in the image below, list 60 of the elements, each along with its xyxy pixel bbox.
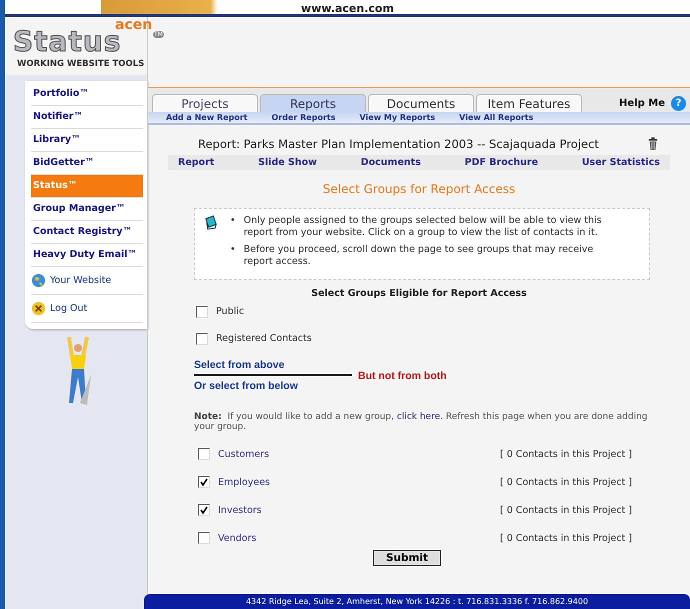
group-link[interactable]: Customers [218, 448, 270, 460]
sidebar-item[interactable]: Portfolio™ [31, 83, 143, 106]
group-link[interactable]: Investors [218, 504, 262, 516]
checkbox[interactable] [198, 532, 210, 544]
info-text: Before you proceed, scroll down the page to see groups that may receive report access. [244, 244, 594, 268]
groups-heading: Select Groups Eligible for Report Access [310, 288, 528, 299]
submit-button[interactable]: Submit [372, 550, 442, 566]
note-text: Note: If you would like to add a new group, click here. Refresh this page when you are done adding your group. [194, 412, 648, 432]
select-below-text: Or select from below [194, 380, 299, 392]
contact-count: [ 0 Contacts in this Project ] [500, 448, 632, 460]
checkbox[interactable] [196, 306, 208, 318]
logo-brand: acen [115, 18, 152, 32]
group-link[interactable]: Employees [218, 476, 270, 488]
subnav-link[interactable]: View My Reports [359, 113, 436, 122]
logo-tagline: WORKING WEBSITE TOOLS [17, 59, 144, 69]
warning-text: But not from both [358, 370, 447, 382]
click-here-link[interactable]: click here [396, 412, 440, 422]
sidebar-item[interactable]: Your Website [31, 267, 143, 295]
contact-count: [ 0 Contacts in this Project ] [500, 476, 632, 488]
bullet-mark: • [230, 215, 236, 228]
sidebar-item[interactable]: Contact Registry™ [31, 221, 143, 244]
tab[interactable]: Item Features [476, 94, 582, 112]
globe-icon [31, 273, 46, 288]
report-nav-link[interactable]: Report [178, 157, 214, 168]
sidebar-item[interactable]: Library™ [31, 129, 143, 152]
sidebar-item[interactable]: Group Manager™ [31, 198, 143, 221]
help-icon[interactable]: ? [671, 96, 686, 110]
report-nav-link[interactable]: PDF Brochure [464, 157, 538, 168]
report-nav-link[interactable]: Documents [360, 157, 421, 168]
trash-icon[interactable] [648, 137, 658, 151]
info-text: Only people assigned to the groups selected below will be able to view this report from your website. Click on a group to view the list of contacts in it. [244, 215, 603, 239]
checkbox[interactable] [198, 504, 210, 516]
checkbox-label: Registered Contacts [216, 333, 312, 344]
group-link[interactable]: Vendors [218, 532, 256, 544]
site-url: www.acen.com [301, 3, 394, 14]
section-title: Select Groups for Report Access [322, 182, 516, 196]
report-nav-link[interactable]: User Statistics [582, 157, 660, 168]
checkbox[interactable] [198, 448, 210, 460]
subnav-link[interactable]: Order Reports [272, 113, 336, 122]
checkbox[interactable] [198, 476, 210, 488]
tab[interactable]: Documents [368, 94, 474, 112]
bullet-mark: • [230, 244, 236, 257]
sidebar-item[interactable]: Heavy Duty Email™ [31, 244, 143, 267]
contact-count: [ 0 Contacts in this Project ] [500, 504, 632, 516]
checkbox[interactable] [196, 332, 208, 344]
report-nav-link[interactable]: Slide Show [258, 157, 317, 168]
help-link[interactable]: Help Me [619, 98, 665, 108]
tab[interactable]: Projects [152, 94, 258, 112]
report-title: Report: Parks Master Plan Implementation 2003 -- Scajaquada Project [198, 137, 599, 151]
select-above-text: Select from above [194, 359, 286, 371]
contact-count: [ 0 Contacts in this Project ] [500, 532, 632, 544]
tab[interactable]: Reports [260, 94, 366, 112]
subnav-link[interactable]: View All Reports [459, 113, 534, 122]
notebook-icon [203, 215, 218, 230]
sidebar-item[interactable]: Notifier™ [31, 106, 143, 129]
x-circle-icon [31, 301, 46, 316]
sidebar-item[interactable]: Log Out [31, 295, 143, 323]
checkbox-label: Public [216, 306, 244, 317]
subnav-link[interactable]: Add a New Report [166, 113, 248, 122]
footer-address: 4342 Ridge Lea, Suite 2, Amherst, New York 14226 : t. 716.831.3336 f. 716.862.9400 [246, 597, 588, 606]
